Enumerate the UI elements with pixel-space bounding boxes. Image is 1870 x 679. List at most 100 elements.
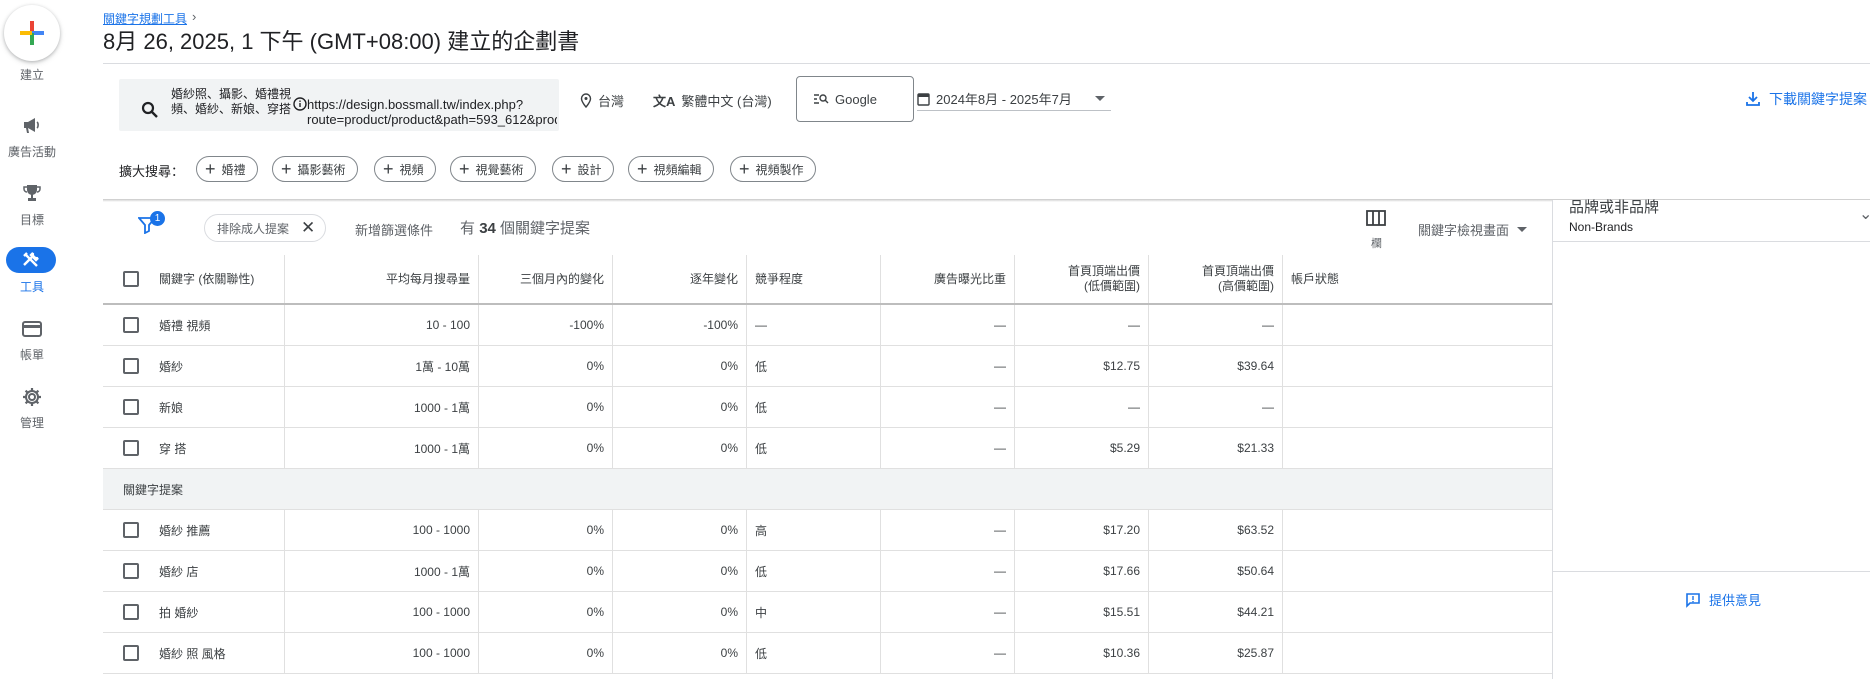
columns-icon[interactable] — [1366, 210, 1386, 226]
cell-yoy: 0% — [613, 592, 747, 632]
cell-three: 0% — [479, 428, 613, 468]
create-button[interactable] — [4, 5, 60, 61]
table-row[interactable]: 拍 婚紗 100 - 1000 0% 0% 中 — $15.51 $44.21 — [103, 592, 1552, 633]
table-row[interactable]: 婚紗 1萬 - 10萬 0% 0% 低 — $12.75 $39.64 — [103, 346, 1552, 387]
header-account-status[interactable]: 帳戶狀態 — [1283, 255, 1552, 303]
broaden-chip[interactable]: + 設計 — [552, 156, 614, 182]
cell-three: 0% — [479, 551, 613, 591]
broaden-chip[interactable]: + 視頻製作 — [730, 156, 816, 182]
exclude-adult-filter-chip[interactable]: 排除成人提案 ✕ — [204, 214, 326, 242]
dropdown-caret-icon — [1517, 227, 1528, 232]
row-checkbox[interactable] — [123, 522, 139, 538]
keyword-cell: 婚紗 推薦 — [103, 510, 285, 550]
cell-high: $25.87 — [1149, 633, 1283, 673]
row-checkbox[interactable] — [123, 317, 139, 333]
feedback-label: 提供意見 — [1709, 593, 1762, 608]
row-checkbox[interactable] — [123, 399, 139, 415]
chip-label: 視頻編輯 — [653, 162, 702, 177]
plus-icon: + — [205, 159, 216, 179]
keyword-text: 新娘 — [159, 400, 184, 415]
cell-low: $10.36 — [1015, 633, 1149, 673]
close-icon[interactable]: ✕ — [301, 218, 315, 238]
chevron-right-icon: › — [192, 9, 197, 24]
nav-tools-label: 工具 — [19, 280, 44, 294]
count-suffix: 個關鍵字提案 — [500, 220, 591, 237]
broaden-chip[interactable]: + 攝影藝術 — [272, 156, 358, 182]
keyword-ideas-section-header: 關鍵字提案 — [103, 469, 1552, 510]
keyword-cell: 拍 婚紗 — [103, 592, 285, 632]
plus-icon: + — [383, 159, 394, 179]
cell-comp: 高 — [747, 510, 881, 550]
cell-high: $44.21 — [1149, 592, 1283, 632]
network-label: Google — [835, 91, 877, 107]
divider — [1553, 241, 1870, 242]
row-checkbox[interactable] — [123, 440, 139, 456]
search-network-selector[interactable]: Google — [796, 76, 914, 122]
cell-avg: 1萬 - 10萬 — [285, 346, 479, 386]
cell-avg: 1000 - 1萬 — [285, 387, 479, 427]
nav-admin[interactable]: 管理 — [0, 384, 64, 444]
cell-avg: 10 - 100 — [285, 305, 479, 345]
header-bid-high[interactable]: 首頁頂端出價 (高價範圍) — [1149, 255, 1283, 303]
nav-goals[interactable]: 目標 — [0, 180, 64, 240]
cell-account-status — [1283, 592, 1552, 632]
language-selector[interactable]: 文A 繁體中文 (台灣) — [653, 91, 772, 110]
broaden-chip[interactable]: + 視頻 — [374, 156, 436, 182]
chevron-down-icon[interactable]: ⌄ — [1859, 204, 1870, 224]
header-impression-share[interactable]: 廣告曝光比重 — [881, 255, 1015, 303]
nav-billing[interactable]: 帳單 — [0, 316, 64, 376]
select-all-checkbox[interactable] — [123, 271, 139, 287]
cell-avg: 1000 - 1萬 — [285, 551, 479, 591]
header-label: 廣告曝光比重 — [933, 271, 1006, 286]
row-checkbox[interactable] — [123, 358, 139, 374]
keyword-text: 拍 婚紗 — [159, 605, 199, 620]
keyword-cell: 婚紗 店 — [103, 551, 285, 591]
plus-icon: + — [281, 159, 292, 179]
header-yoy[interactable]: 逐年變化 — [613, 255, 747, 303]
row-checkbox[interactable] — [123, 645, 139, 661]
keyword-view-label: 關鍵字檢視畫面 — [1418, 223, 1510, 238]
nav-campaigns-label: 廣告活動 — [7, 145, 56, 159]
header-label: 三個月內的變化 — [519, 271, 604, 286]
table-row[interactable]: 婚紗 推薦 100 - 1000 0% 0% 高 — $17.20 $63.52 — [103, 510, 1552, 551]
cell-low: $17.66 — [1015, 551, 1149, 591]
nav-goals-label: 目標 — [19, 213, 44, 227]
header-keyword-cell[interactable]: 關鍵字 (依關聯性) — [103, 255, 285, 303]
download-ideas-button[interactable]: 下載關鍵字提案 — [1745, 89, 1867, 109]
seed-url-text: https://design.bossmall.tw/index.php? ro… — [307, 97, 557, 127]
translate-icon: 文A — [653, 94, 676, 109]
page-title: 8月 26, 2025, 1 下午 (GMT+08:00) 建立的企劃書 — [103, 29, 580, 54]
header-competition[interactable]: 競爭程度 — [747, 255, 881, 303]
table-row[interactable]: 穿 搭 1000 - 1萬 0% 0% 低 — $5.29 $21.33 — [103, 428, 1552, 469]
header-avg-monthly[interactable]: 平均每月搜尋量 — [285, 255, 479, 303]
header-bid-low[interactable]: 首頁頂端出價 (低價範圍) — [1015, 255, 1149, 303]
broaden-chip[interactable]: + 婚禮 — [196, 156, 258, 182]
table-row[interactable]: 新娘 1000 - 1萬 0% 0% 低 — — — — [103, 387, 1552, 428]
row-checkbox[interactable] — [123, 604, 139, 620]
broaden-chip[interactable]: + 視覺藝術 — [450, 156, 536, 182]
date-range-selector[interactable]: 2024年8月 - 2025年7月 — [917, 87, 1111, 111]
header-three-month[interactable]: 三個月內的變化 — [479, 255, 613, 303]
cell-high: — — [1149, 305, 1283, 345]
seed-keywords-text: 婚紗照、攝影、婚禮視頻、婚紗、新娘、穿搭 — [171, 87, 291, 116]
brand-filter-panel: 品牌或非品牌 Non-Brands ⌄ 提供意見 — [1552, 199, 1870, 679]
plus-icon: + — [739, 159, 750, 179]
cell-account-status — [1283, 551, 1552, 591]
keyword-view-selector[interactable]: 關鍵字檢視畫面 — [1418, 220, 1528, 239]
add-filter-button[interactable]: 新增篩選條件 — [355, 220, 433, 239]
keyword-cell: 穿 搭 — [103, 428, 285, 468]
table-row[interactable]: 婚紗 店 1000 - 1萬 0% 0% 低 — $17.66 $50.64 — [103, 551, 1552, 592]
feedback-button[interactable]: 提供意見 — [1685, 590, 1761, 609]
divider — [1553, 571, 1870, 572]
table-row[interactable]: 婚紗 照 風格 100 - 1000 0% 0% 低 — $10.36 $25.87 — [103, 633, 1552, 674]
cell-yoy: -100% — [613, 305, 747, 345]
cell-account-status — [1283, 387, 1552, 427]
row-checkbox[interactable] — [123, 563, 139, 579]
table-row[interactable]: 婚禮 視頻 10 - 100 -100% -100% — — — — — [103, 305, 1552, 346]
info-icon[interactable] — [293, 97, 307, 111]
nav-campaigns[interactable]: 廣告活動 — [0, 112, 64, 172]
location-selector[interactable]: 台灣 — [580, 91, 624, 110]
seed-keywords-box[interactable]: 婚紗照、攝影、婚禮視頻、婚紗、新娘、穿搭 https://design.boss… — [119, 79, 559, 131]
broaden-chip[interactable]: + 視頻編輯 — [628, 156, 714, 182]
nav-tools[interactable]: 工具 — [0, 247, 64, 307]
